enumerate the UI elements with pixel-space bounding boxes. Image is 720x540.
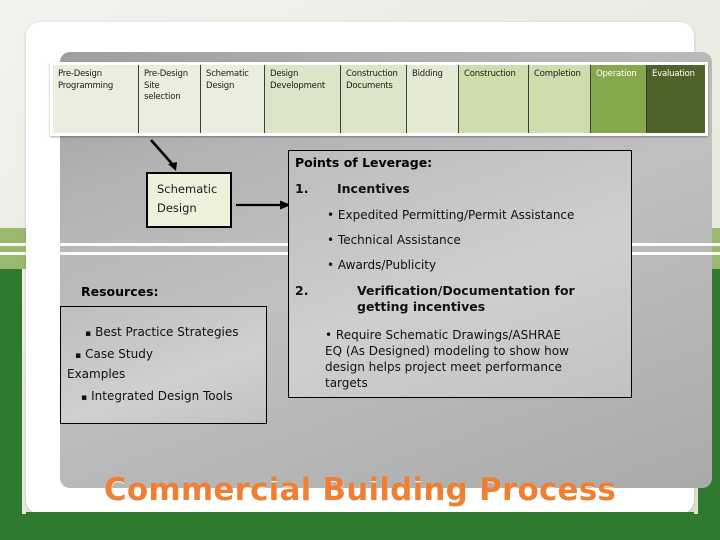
square-bullet-icon: ▪ xyxy=(81,393,88,403)
phase-cell-4: Construction Documents xyxy=(341,65,407,133)
schematic-design-callout: Schematic Design xyxy=(146,172,232,228)
bullet-dot: • xyxy=(327,233,335,247)
leverage-2-heading-line2: getting incentives xyxy=(357,299,486,314)
phase-cell-7: Completion xyxy=(529,65,591,133)
phase-cell-1: Pre-Design Site selection xyxy=(139,65,201,133)
leverage-1-number: 1. xyxy=(295,181,309,196)
leverage-2-bullet-line2: EQ (As Designed) modeling to show how xyxy=(325,344,569,358)
resource-line-3: ▪ Integrated Design Tools xyxy=(81,389,233,403)
leverage-1-bullet-1: • Technical Assistance xyxy=(327,232,461,248)
phase-cell-3: Design Development xyxy=(265,65,341,133)
resource-line-3-text: Integrated Design Tools xyxy=(91,389,233,403)
points-of-leverage-box: Points of Leverage: 1. Incentives • Expe… xyxy=(288,150,632,398)
process-phase-bar: Pre-Design Programming Pre-Design Site se… xyxy=(50,62,708,136)
leverage-1-bullet-0-text: Expedited Permitting/Permit Assistance xyxy=(337,208,575,222)
page-title: Commercial Building Process xyxy=(103,472,617,508)
leverage-2-bullet-line1: • Require Schematic Drawings/ASHRAE xyxy=(325,327,561,343)
leverage-2-heading-line1: Verification/Documentation for xyxy=(357,283,575,298)
resources-title: Resources: xyxy=(81,284,159,299)
leverage-2-bullet-line4: targets xyxy=(325,376,368,390)
schematic-design-line2: Design xyxy=(157,201,197,215)
title-underline-bar xyxy=(26,512,694,518)
leverage-1-heading: Incentives xyxy=(337,181,410,196)
square-bullet-icon: ▪ xyxy=(85,329,92,339)
leverage-1-bullet-2-text: Awards/Publicity xyxy=(337,258,437,272)
right-arrow-icon xyxy=(236,200,291,210)
resource-line-1-text: Case Study xyxy=(85,347,153,361)
leverage-2-bullet-line3: design helps project meet performance xyxy=(325,360,562,374)
resource-line-2-text: Examples xyxy=(67,367,126,381)
bullet-dot: • xyxy=(325,328,333,342)
resource-line-0: ▪ Best Practice Strategies xyxy=(85,325,239,339)
diagonal-arrow-icon xyxy=(150,139,177,171)
leverage-2-number: 2. xyxy=(295,283,309,298)
bullet-dot: • xyxy=(327,258,335,272)
resource-line-1: ▪ Case Study xyxy=(75,347,153,361)
schematic-design-line1: Schematic xyxy=(157,182,218,196)
phase-cell-2: Schematic Design xyxy=(201,65,265,133)
phase-cell-6: Construction xyxy=(459,65,529,133)
phase-cell-9: Evaluation xyxy=(647,65,705,133)
slide: Pre-Design Programming Pre-Design Site se… xyxy=(0,0,720,540)
square-bullet-icon: ▪ xyxy=(75,351,82,361)
resource-line-0-text: Best Practice Strategies xyxy=(95,325,239,339)
accent-block-left xyxy=(0,228,26,269)
bullet-dot: • xyxy=(327,208,335,222)
leverage-1-bullet-1-text: Technical Assistance xyxy=(337,233,461,247)
resource-line-2: Examples xyxy=(67,367,125,381)
resources-box: Resources: ▪ Best Practice Strategies ▪ Cas… xyxy=(60,284,267,424)
phase-cell-0: Pre-Design Programming xyxy=(53,65,139,133)
leverage-1-bullet-2: • Awards/Publicity xyxy=(327,257,436,273)
phase-cell-8: Operation xyxy=(591,65,647,133)
leverage-1-bullet-0: • Expedited Permitting/Permit Assistance xyxy=(327,207,574,223)
leverage-2-bullet-line1-text: Require Schematic Drawings/ASHRAE xyxy=(335,328,561,342)
points-of-leverage-title: Points of Leverage: xyxy=(295,155,433,170)
phase-cell-5: Bidding xyxy=(407,65,459,133)
